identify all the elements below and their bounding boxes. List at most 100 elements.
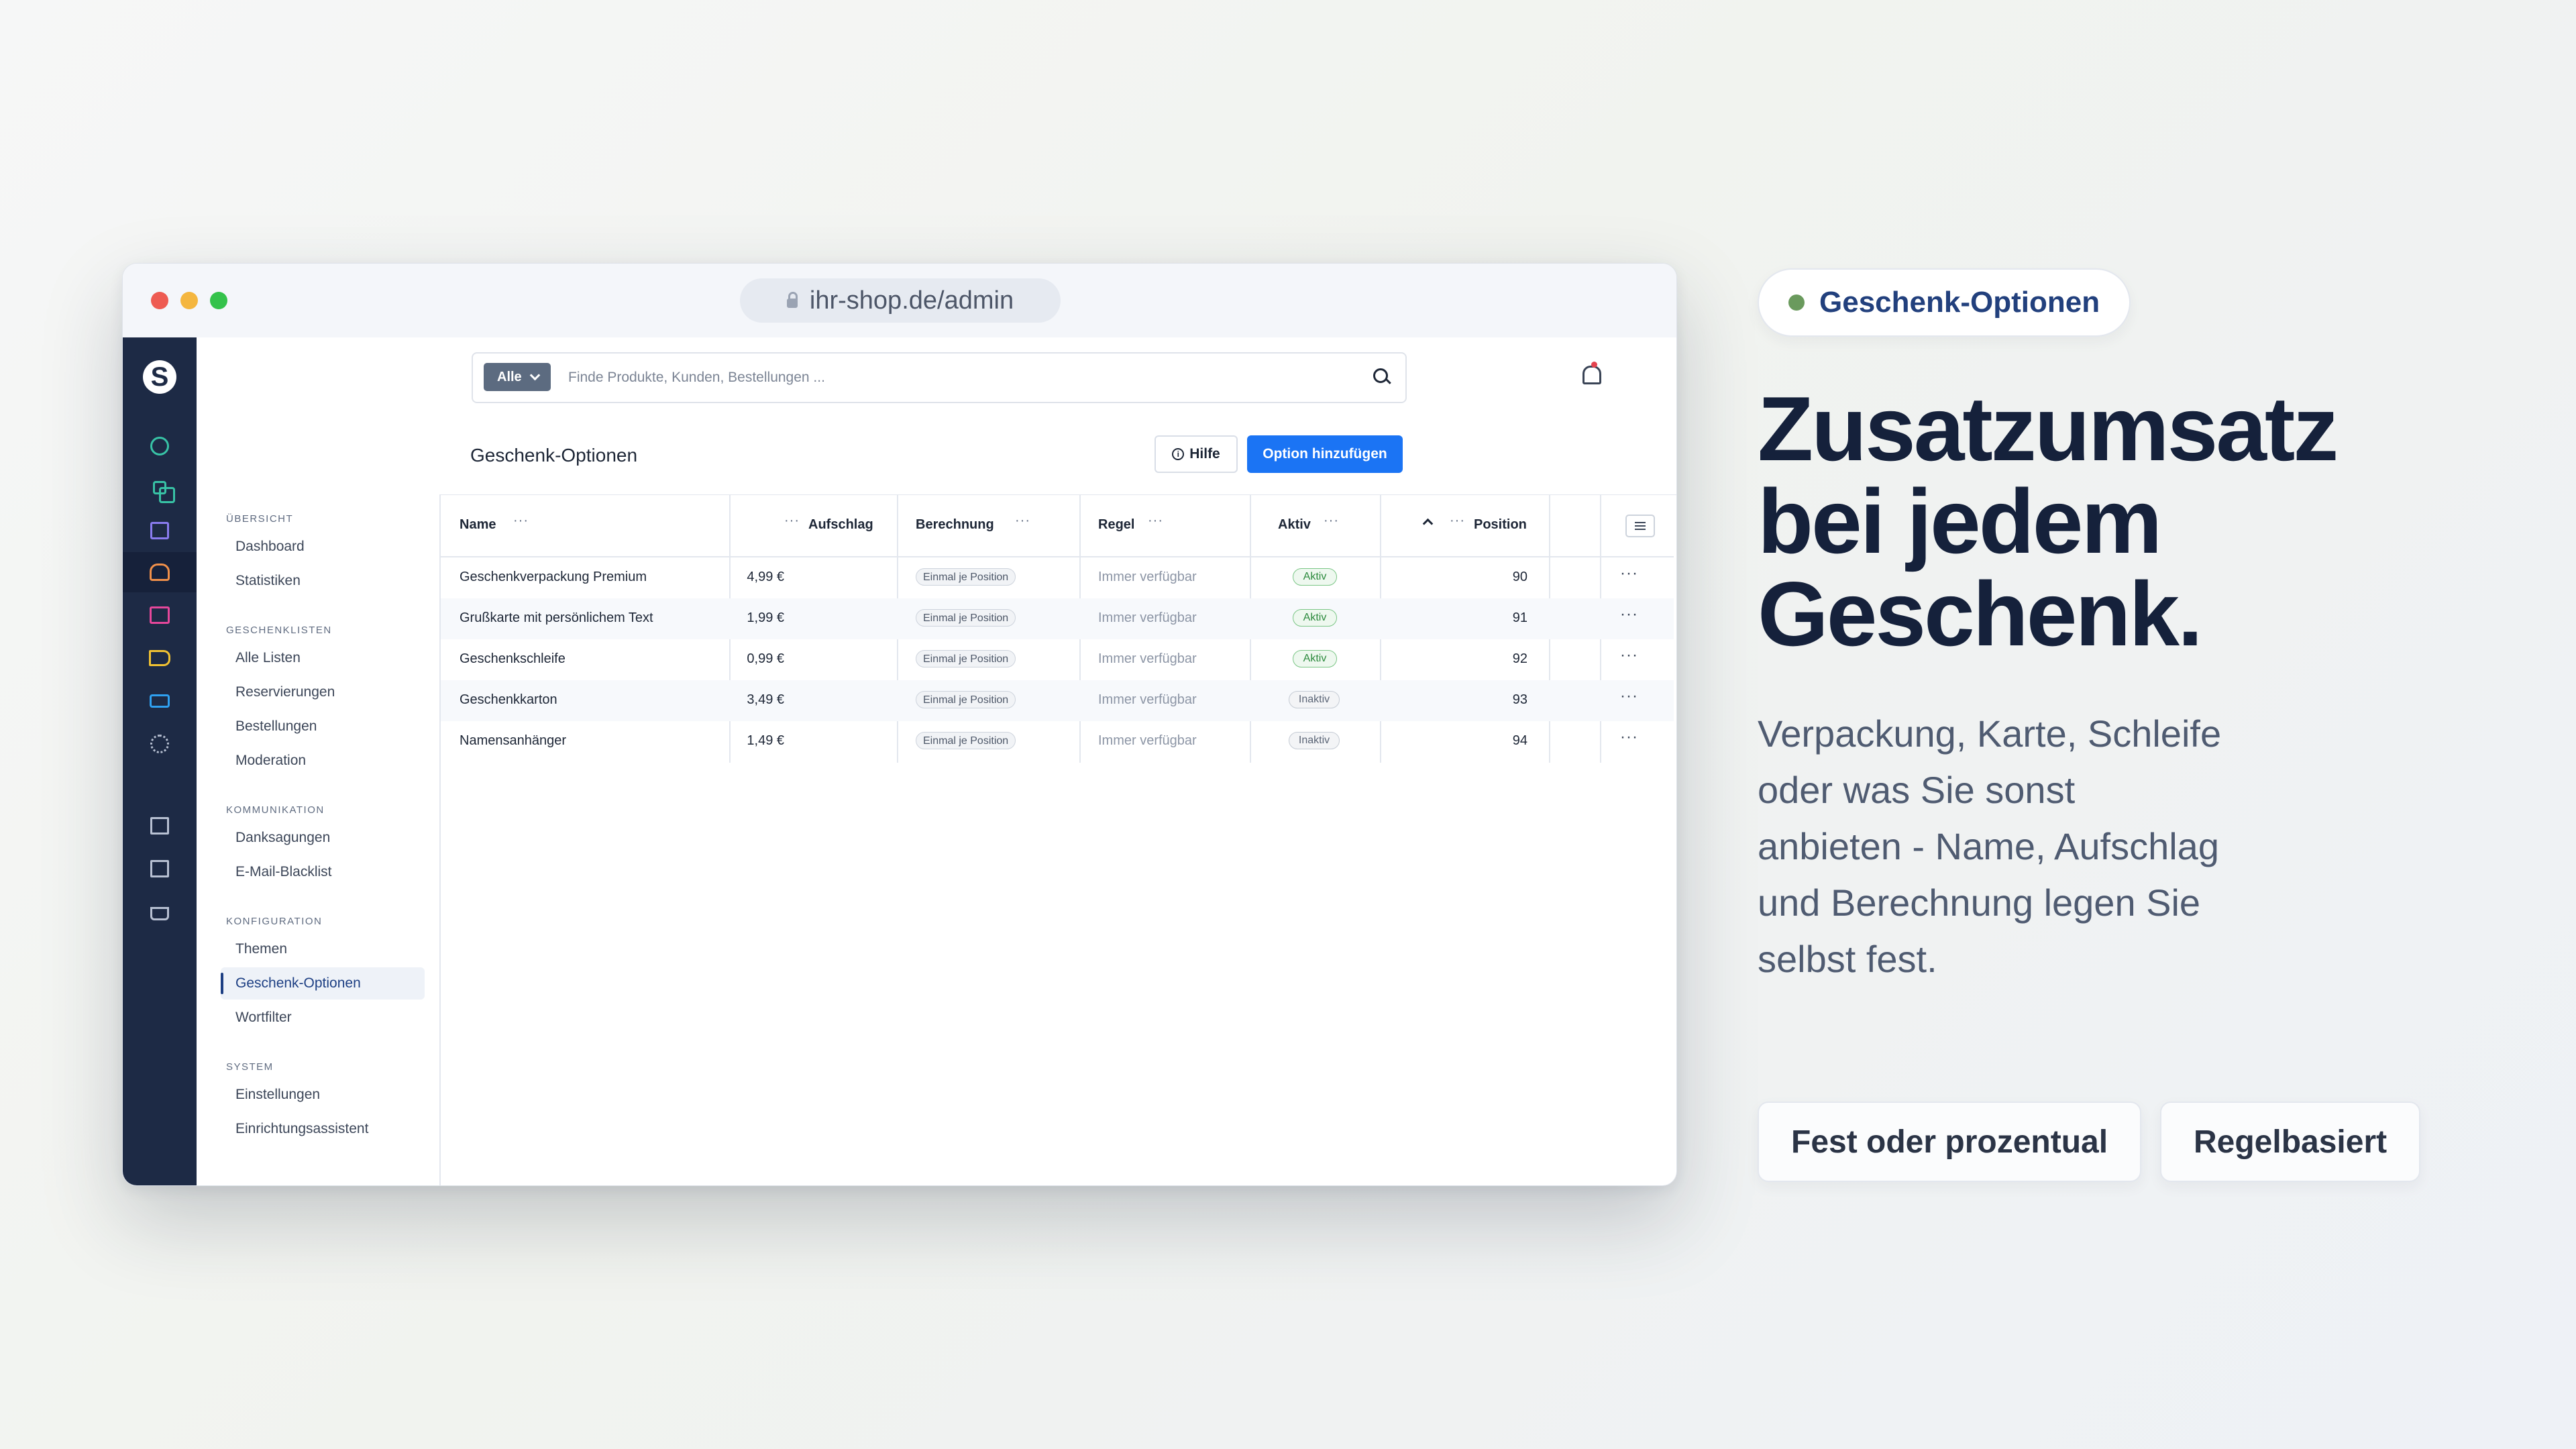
rail-catalog[interactable] <box>123 468 197 508</box>
search-icon[interactable] <box>1373 368 1388 383</box>
row-actions-button[interactable]: ··· <box>1620 728 1638 747</box>
headline-line: Zusatzumsatz <box>1758 378 2339 480</box>
notification-dot <box>1591 362 1597 368</box>
list-icon <box>150 606 170 624</box>
rail-basket[interactable] <box>123 892 197 932</box>
columns-icon[interactable] <box>1625 515 1655 537</box>
store-icon <box>150 817 169 835</box>
table-row[interactable]: Geschenkverpackung Premium 4,99 € Einmal… <box>441 557 1674 598</box>
feature-pill-label: Geschenk-Optionen <box>1819 286 2100 319</box>
nav-item-statistiken[interactable]: Statistiken <box>221 565 425 597</box>
row-actions-button[interactable]: ··· <box>1620 605 1638 624</box>
users-icon <box>150 564 170 581</box>
browser-window: ihr-shop.de/admin S Alle Finde Produkte,… <box>122 263 1677 1186</box>
nav-item-themen[interactable]: Themen <box>221 933 425 965</box>
sort-up-icon[interactable] <box>1422 518 1434 529</box>
plug-icon <box>150 694 170 708</box>
page-header: Geschenk-Optionen i Hilfe Option hinzufü… <box>197 415 1676 495</box>
column-menu-active[interactable]: ··· <box>1324 513 1339 529</box>
page-title: Geschenk-Optionen <box>470 445 638 466</box>
row-actions-button[interactable]: ··· <box>1620 564 1638 583</box>
basket-icon <box>150 907 169 920</box>
side-nav: ÜBERSICHT Dashboard Statistiken GESCHENK… <box>197 494 441 1185</box>
nav-item-einstellungen[interactable]: Einstellungen <box>221 1079 425 1111</box>
search-input[interactable] <box>567 362 1334 394</box>
nav-item-alle-listen[interactable]: Alle Listen <box>221 642 425 674</box>
nav-item-wortfilter[interactable]: Wortfilter <box>221 1002 425 1034</box>
column-header-name[interactable]: Name <box>460 517 496 533</box>
help-button-label: Hilfe <box>1189 446 1220 462</box>
nav-item-email-blacklist[interactable]: E-Mail-Blacklist <box>221 856 425 888</box>
row-actions-button[interactable]: ··· <box>1620 687 1638 706</box>
address-bar[interactable]: ihr-shop.de/admin <box>740 278 1061 323</box>
calculation-chip: Einmal je Position <box>916 650 1016 667</box>
column-header-rule[interactable]: Regel <box>1098 517 1134 533</box>
column-header-position[interactable]: Position <box>1474 517 1527 533</box>
column-menu-name[interactable]: ··· <box>513 513 529 529</box>
nav-item-geschenk-optionen[interactable]: Geschenk-Optionen <box>221 967 425 1000</box>
close-window-button[interactable] <box>151 292 168 309</box>
rail-extensions[interactable] <box>123 681 197 721</box>
table-row[interactable]: Geschenkkarton 3,49 € Einmal je Position… <box>441 680 1674 721</box>
cell-name: Geschenkkarton <box>460 692 557 707</box>
icon-rail: S <box>123 337 197 1185</box>
rail-dashboard[interactable] <box>123 426 197 466</box>
nav-item-bestellungen[interactable]: Bestellungen <box>221 710 425 743</box>
status-badge: Aktiv <box>1293 609 1337 627</box>
nav-group-title: KONFIGURATION <box>226 916 323 927</box>
column-menu-calculation[interactable]: ··· <box>1015 513 1030 529</box>
feature-pill: Geschenk-Optionen <box>1758 268 2131 337</box>
hero-headline: Zusatzumsatz bei jedem Geschenk. <box>1758 382 2496 660</box>
nav-item-moderation[interactable]: Moderation <box>221 745 425 777</box>
headline-line: Geschenk. <box>1758 563 2203 665</box>
cell-position: 90 <box>1512 570 1527 584</box>
column-menu-surcharge[interactable]: ··· <box>784 513 800 529</box>
row-actions-button[interactable]: ··· <box>1620 646 1638 665</box>
add-option-button[interactable]: Option hinzufügen <box>1247 435 1403 473</box>
cell-surcharge: 1,49 € <box>747 733 784 748</box>
bell-icon[interactable] <box>1582 366 1601 384</box>
column-header-calculation[interactable]: Berechnung <box>916 517 994 533</box>
nav-item-reservierungen[interactable]: Reservierungen <box>221 676 425 708</box>
search-type-select[interactable]: Alle <box>484 363 551 391</box>
rail-marketing[interactable] <box>123 638 197 678</box>
nav-item-einrichtungsassistent[interactable]: Einrichtungsassistent <box>221 1113 425 1145</box>
rail-store-1[interactable] <box>123 806 197 846</box>
column-header-active[interactable]: Aktiv <box>1278 517 1311 533</box>
hero-subtext: Verpackung, Karte, Schleife oder was Sie… <box>1758 712 2222 980</box>
nav-group-title: KOMMUNIKATION <box>226 804 325 816</box>
rail-content[interactable] <box>123 595 197 635</box>
rail-orders[interactable] <box>123 509 197 549</box>
table-row[interactable]: Geschenkschleife 0,99 € Einmal je Positi… <box>441 639 1674 680</box>
cell-position: 93 <box>1512 692 1527 707</box>
calculation-chip: Einmal je Position <box>916 609 1016 627</box>
calculation-chip: Einmal je Position <box>916 691 1016 708</box>
column-menu-position[interactable]: ··· <box>1450 513 1465 529</box>
chevron-down-icon <box>529 370 540 380</box>
rail-settings[interactable] <box>123 724 197 764</box>
rail-store-2[interactable] <box>123 849 197 889</box>
cell-rule: Immer verfügbar <box>1098 733 1197 748</box>
nav-item-dashboard[interactable]: Dashboard <box>221 531 425 563</box>
status-dot <box>1788 294 1805 311</box>
nav-item-danksagungen[interactable]: Danksagungen <box>221 822 425 854</box>
table-row[interactable]: Grußkarte mit persönlichem Text 1,99 € E… <box>441 598 1674 639</box>
table-row[interactable]: Namensanhänger 1,49 € Einmal je Position… <box>441 721 1674 762</box>
cell-position: 94 <box>1512 733 1527 748</box>
rail-customers[interactable] <box>123 552 197 592</box>
status-badge: Aktiv <box>1293 568 1337 586</box>
column-menu-rule[interactable]: ··· <box>1148 513 1163 529</box>
browser-chrome: ihr-shop.de/admin <box>123 264 1676 338</box>
minimize-window-button[interactable] <box>180 292 198 309</box>
cell-rule: Immer verfügbar <box>1098 570 1197 584</box>
cell-surcharge: 3,49 € <box>747 692 784 707</box>
help-button[interactable]: i Hilfe <box>1155 435 1238 473</box>
maximize-window-button[interactable] <box>210 292 227 309</box>
column-header-surcharge[interactable]: Aufschlag <box>808 517 873 533</box>
shop-logo[interactable]: S <box>143 360 176 394</box>
nav-group-title: GESCHENKLISTEN <box>226 625 332 636</box>
lock-icon <box>786 292 798 308</box>
cell-surcharge: 1,99 € <box>747 610 784 625</box>
gauge-icon <box>150 437 169 455</box>
address-text: ihr-shop.de/admin <box>809 286 1014 315</box>
